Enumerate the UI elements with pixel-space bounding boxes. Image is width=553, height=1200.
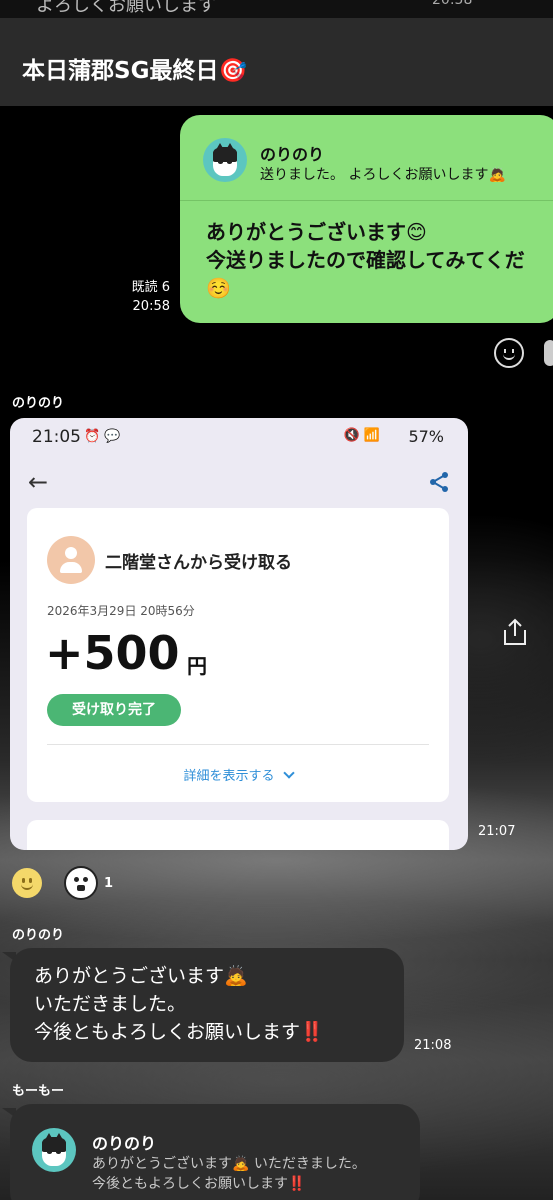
reply-quote[interactable]: のりのり 送りました。 よろしくお願いします🙇 (180, 115, 553, 201)
cat-avatar-icon (203, 138, 247, 182)
sender-name: のりのり (12, 396, 65, 411)
their-message-bubble[interactable]: ありがとうございます🙇 いただきました。 今後ともよろしくお願いします‼️ (10, 948, 404, 1062)
image-time: 21:07 (478, 824, 516, 839)
previous-message-time: 20:58 (432, 0, 473, 8)
cat-avatar-icon (32, 1128, 76, 1172)
message-time: 20:58 (132, 299, 170, 314)
chat-header: 本日蒲郡SG最終日🎯 (0, 18, 553, 106)
shared-screenshot-image[interactable]: 21:05 ⏰ 💬 🔇 📶 57% ← 二階堂さんから受け取る 2026年3月2… (10, 418, 468, 850)
payment-receipt-card: 二階堂さんから受け取る 2026年3月29日 20時56分 +500 円 受け取… (27, 508, 449, 802)
quote-sender-name: のりのり (92, 1134, 157, 1153)
sticker-reaction-icon[interactable] (64, 866, 98, 900)
message-time: 21:08 (414, 1038, 452, 1053)
chat-title[interactable]: 本日蒲郡SG最終日🎯 (22, 51, 247, 85)
my-message-bubble[interactable]: のりのり 送りました。 よろしくお願いします🙇 ありがとうございます😊 今送りま… (180, 115, 553, 323)
add-reaction-button[interactable] (494, 338, 524, 368)
mute-wifi-icon: 🔇 📶 (343, 428, 380, 443)
reply-message-bubble[interactable]: のりのり ありがとうございます🙇 いただきました。 今後ともよろしくお願いします… (10, 1104, 420, 1200)
previous-message-strip: よろしくお願いします 20:58 (0, 0, 553, 18)
previous-message-text: よろしくお願いします (36, 0, 216, 16)
sticker-peek-icon (544, 340, 553, 366)
alarm-chat-icon: ⏰ 💬 (84, 429, 121, 444)
reaction-count: 1 (104, 876, 114, 891)
smile-reaction-icon[interactable] (12, 868, 42, 898)
quote-sender-name: のりのり (260, 145, 325, 164)
currency-label: 円 (187, 654, 207, 678)
quote-text: 送りました。 よろしくお願いします🙇 (260, 167, 506, 183)
their-message-text: ありがとうございます🙇 いただきました。 今後ともよろしくお願いします‼️ (34, 965, 324, 1043)
payer-text: 二階堂さんから受け取る (105, 553, 292, 573)
upload-icon[interactable] (501, 617, 529, 647)
next-card (27, 820, 449, 850)
divider (47, 744, 429, 745)
read-receipt: 既読 6 20:58 (110, 278, 170, 316)
battery-level: 57% (408, 427, 444, 446)
phone-status-bar: 21:05 ⏰ 💬 🔇 📶 57% (10, 418, 468, 456)
status-time: 21:05 (32, 427, 81, 447)
person-icon (47, 536, 95, 584)
receipt-date: 2026年3月29日 20時56分 (47, 604, 195, 618)
sender-name: もーもー (12, 1084, 65, 1099)
details-link: 詳細を表示する (27, 765, 449, 784)
received-status-badge: 受け取り完了 (47, 694, 181, 726)
share-icon (430, 472, 448, 492)
details-label: 詳細を表示する (183, 769, 275, 784)
sender-name: のりのり (12, 928, 65, 943)
back-arrow-icon: ← (28, 468, 49, 496)
my-message-text: ありがとうございます😊 今送りましたので確認してみてくだ ☺️ (206, 220, 525, 300)
chevron-down-icon (282, 767, 295, 779)
read-count: 既読 6 (131, 280, 170, 295)
receipt-amount: +500 (45, 626, 180, 680)
quote-text: ありがとうございます🙇 いただきました。 今後ともよろしくお願いします‼️ (92, 1156, 366, 1192)
